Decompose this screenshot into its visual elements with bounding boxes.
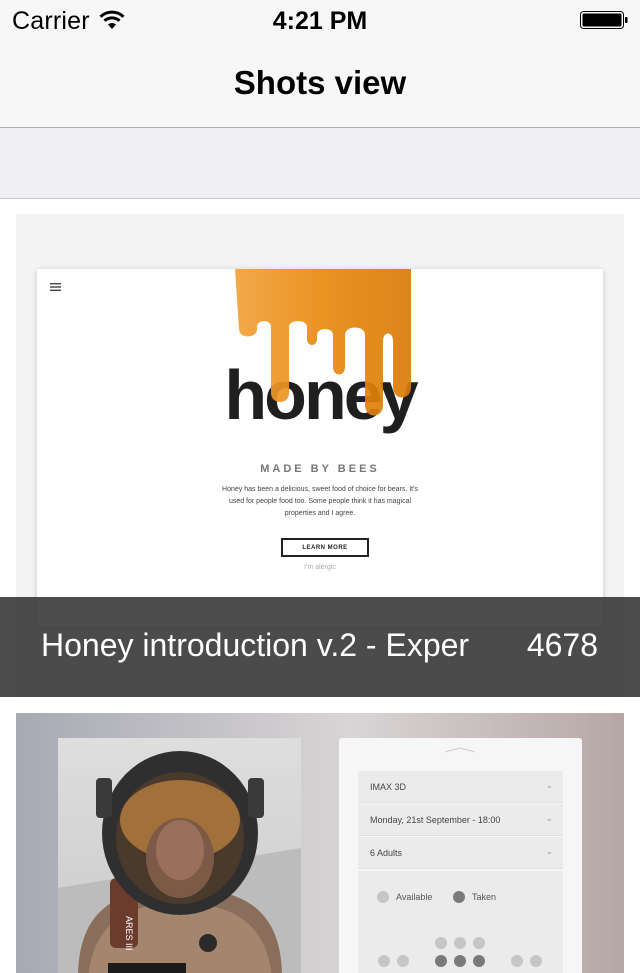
- seat: [454, 955, 466, 967]
- chevron-up-icon: [444, 747, 476, 753]
- shot-tagline: MADE BY BEES: [260, 463, 380, 475]
- shot-image: honey MADE BY BEES Honey has been a deli…: [37, 269, 603, 627]
- seat: [435, 955, 447, 967]
- tickets-value: 6 Adults: [370, 848, 403, 858]
- seat: [435, 937, 447, 949]
- seat: [473, 937, 485, 949]
- seat: [530, 955, 542, 967]
- shot-view-count: 4678: [526, 627, 598, 663]
- shot-description: Honey has been a delicious, sweet food o…: [222, 486, 418, 517]
- chevron-down-icon: ⌄: [545, 846, 553, 856]
- booking-panel: IMAX 3D ⌄ Monday, 21st September - 18:00…: [339, 738, 582, 973]
- seat: [454, 937, 466, 949]
- chevron-down-icon: ⌄: [545, 813, 553, 823]
- shot-caption-bar[interactable]: Honey introduction v.2 - Exper 4678: [0, 597, 640, 697]
- clock: 4:21 PM: [272, 7, 368, 35]
- astronaut-illustration: ARES III: [58, 751, 301, 973]
- navigation-bar: Shots view: [0, 40, 640, 128]
- seat: [397, 955, 409, 967]
- page-title: Shots view: [233, 64, 407, 101]
- seat: [473, 955, 485, 967]
- shot-card[interactable]: ARES III IMAX 3D ⌄ Monday, 21st Septembe…: [16, 713, 624, 973]
- showtime-select: Monday, 21st September - 18:00 ⌄: [358, 804, 563, 836]
- format-select: IMAX 3D ⌄: [358, 771, 563, 803]
- learn-more-button: LEARN MORE: [281, 538, 369, 557]
- showtime-value: Monday, 21st September - 18:00: [370, 815, 501, 825]
- legend-available: Available: [396, 892, 433, 902]
- seat: [511, 955, 523, 967]
- legend-taken: Taken: [472, 892, 497, 902]
- format-value: IMAX 3D: [370, 782, 407, 792]
- toolbar-strip: [0, 128, 640, 199]
- tickets-select: 6 Adults ⌄: [358, 837, 563, 869]
- seat: [378, 955, 390, 967]
- poster-patch-text: ARES III: [124, 916, 134, 951]
- available-seat-icon: [377, 891, 389, 903]
- battery-icon: [580, 11, 628, 29]
- menu-icon: [50, 283, 61, 291]
- allergic-link: I'm alergic: [304, 564, 336, 571]
- honey-drip-graphic: [235, 269, 411, 416]
- poster-overlay-card: [108, 963, 186, 973]
- shot-title: Honey introduction v.2 - Exper: [41, 627, 470, 663]
- chevron-down-icon: ⌄: [545, 780, 553, 790]
- astronaut-poster-image: ARES III: [58, 738, 301, 973]
- taken-seat-icon: [453, 891, 465, 903]
- seat-map: Available Taken: [358, 871, 563, 973]
- status-bar: Carrier 4:21 PM: [0, 0, 640, 40]
